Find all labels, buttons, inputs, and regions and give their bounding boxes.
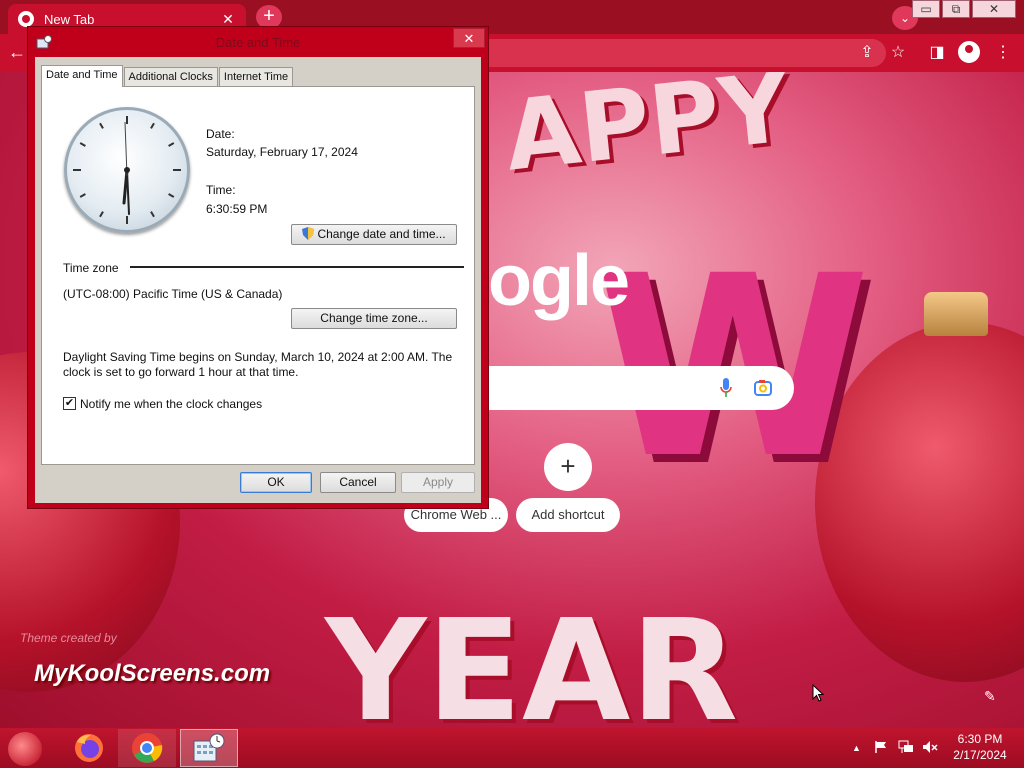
taskbar-time: 6:30 PM (957, 732, 1003, 746)
omnibox[interactable] (486, 39, 886, 67)
theme-credit-label: Theme created by (20, 631, 117, 645)
chrome-icon (132, 733, 163, 763)
window-close-button[interactable]: ✕ (972, 0, 1016, 18)
restore-button[interactable]: ⧉ (942, 0, 970, 18)
dialog-titlebar[interactable]: Date and Time ✕ (28, 27, 488, 57)
tray-overflow-icon[interactable]: ▲ (852, 743, 861, 753)
dialog-close-button[interactable]: ✕ (453, 28, 485, 48)
dialog-body: Date and Time Additional Clocks Internet… (35, 57, 481, 503)
date-label: Date: (206, 127, 235, 141)
time-value: 6:30:59 PM (206, 202, 268, 216)
notify-label[interactable]: Notify me when the clock changes (80, 397, 262, 411)
side-panel-icon[interactable]: ◨ (926, 42, 948, 62)
date-time-panel: Date: Saturday, February 17, 2024 Time: … (41, 86, 475, 465)
taskbar-date: 2/17/2024 (953, 748, 1007, 762)
ok-button[interactable]: OK (240, 472, 312, 493)
dst-info-line-2: clock is set to go forward 1 hour at tha… (63, 365, 299, 379)
volume-muted-icon[interactable] (922, 740, 938, 754)
mouse-cursor-icon (812, 684, 824, 702)
tab-date-and-time[interactable]: Date and Time (41, 65, 123, 87)
taskbar-date-time[interactable] (180, 729, 238, 767)
date-time-dialog: Date and Time ✕ Date and Time Additional… (27, 26, 489, 509)
timezone-divider (130, 266, 464, 268)
tab-internet-time[interactable]: Internet Time (218, 67, 294, 87)
add-shortcut-button[interactable]: Add shortcut (516, 498, 620, 532)
tab-title: New Tab (44, 11, 95, 27)
dialog-title: Date and Time (215, 35, 301, 50)
network-icon[interactable] (898, 740, 914, 754)
lens-search-icon[interactable] (754, 379, 772, 397)
bookmark-star-icon[interactable]: ☆ (887, 42, 909, 62)
profile-avatar[interactable] (958, 41, 980, 63)
dst-info-line-1: Daylight Saving Time begins on Sunday, M… (63, 350, 453, 364)
theme-brand-label[interactable]: MyKoolScreens.com (34, 660, 270, 688)
taskbar: ▲ 6:30 PM 2/17/2024 (0, 728, 1024, 768)
notify-checkbox[interactable]: ✔ (63, 397, 76, 410)
customize-pencil-icon[interactable]: ✎ (984, 688, 996, 705)
ntp-search-box[interactable] (488, 366, 794, 410)
action-center-flag-icon[interactable] (874, 740, 888, 754)
date-time-icon (193, 733, 225, 762)
chrome-favicon-icon (18, 11, 34, 27)
cancel-button[interactable]: Cancel (320, 472, 396, 493)
time-label: Time: (206, 183, 236, 197)
analog-clock (64, 107, 190, 233)
minimize-button[interactable]: ▭ (912, 0, 940, 18)
tab-close-icon[interactable]: ✕ (220, 11, 236, 28)
change-date-time-label: Change date and time... (317, 227, 446, 241)
share-icon[interactable]: ⇪ (856, 42, 878, 62)
voice-search-icon[interactable] (720, 378, 732, 398)
date-value: Saturday, February 17, 2024 (206, 145, 358, 159)
taskbar-chrome[interactable] (118, 729, 176, 767)
clock-face-icon (73, 116, 181, 224)
change-date-time-button[interactable]: Change date and time... (291, 224, 457, 245)
decor-happy-text: APPY (499, 72, 795, 193)
taskbar-firefox[interactable] (60, 729, 118, 767)
add-shortcut-icon[interactable]: + (544, 443, 592, 491)
window-controls: ▭ ⧉ ✕ (910, 0, 1016, 18)
tab-additional-clocks[interactable]: Additional Clocks (123, 67, 218, 87)
back-button[interactable]: ← (8, 42, 26, 63)
apply-button[interactable]: Apply (401, 472, 475, 493)
timezone-heading: Time zone (63, 261, 119, 275)
google-logo: ogle (488, 241, 630, 321)
timezone-value: (UTC-08:00) Pacific Time (US & Canada) (63, 287, 283, 301)
firefox-icon (75, 734, 103, 762)
ornament-cap (924, 292, 988, 336)
chrome-menu-icon[interactable]: ⋮ (992, 42, 1014, 62)
dialog-tabs: Date and Time Additional Clocks Internet… (41, 65, 294, 87)
change-time-zone-button[interactable]: Change time zone... (291, 308, 457, 329)
start-button[interactable] (8, 732, 42, 766)
taskbar-clock[interactable]: 6:30 PM 2/17/2024 (944, 731, 1016, 763)
uac-shield-icon (302, 227, 315, 240)
decor-year-text: YEAR (325, 590, 739, 728)
